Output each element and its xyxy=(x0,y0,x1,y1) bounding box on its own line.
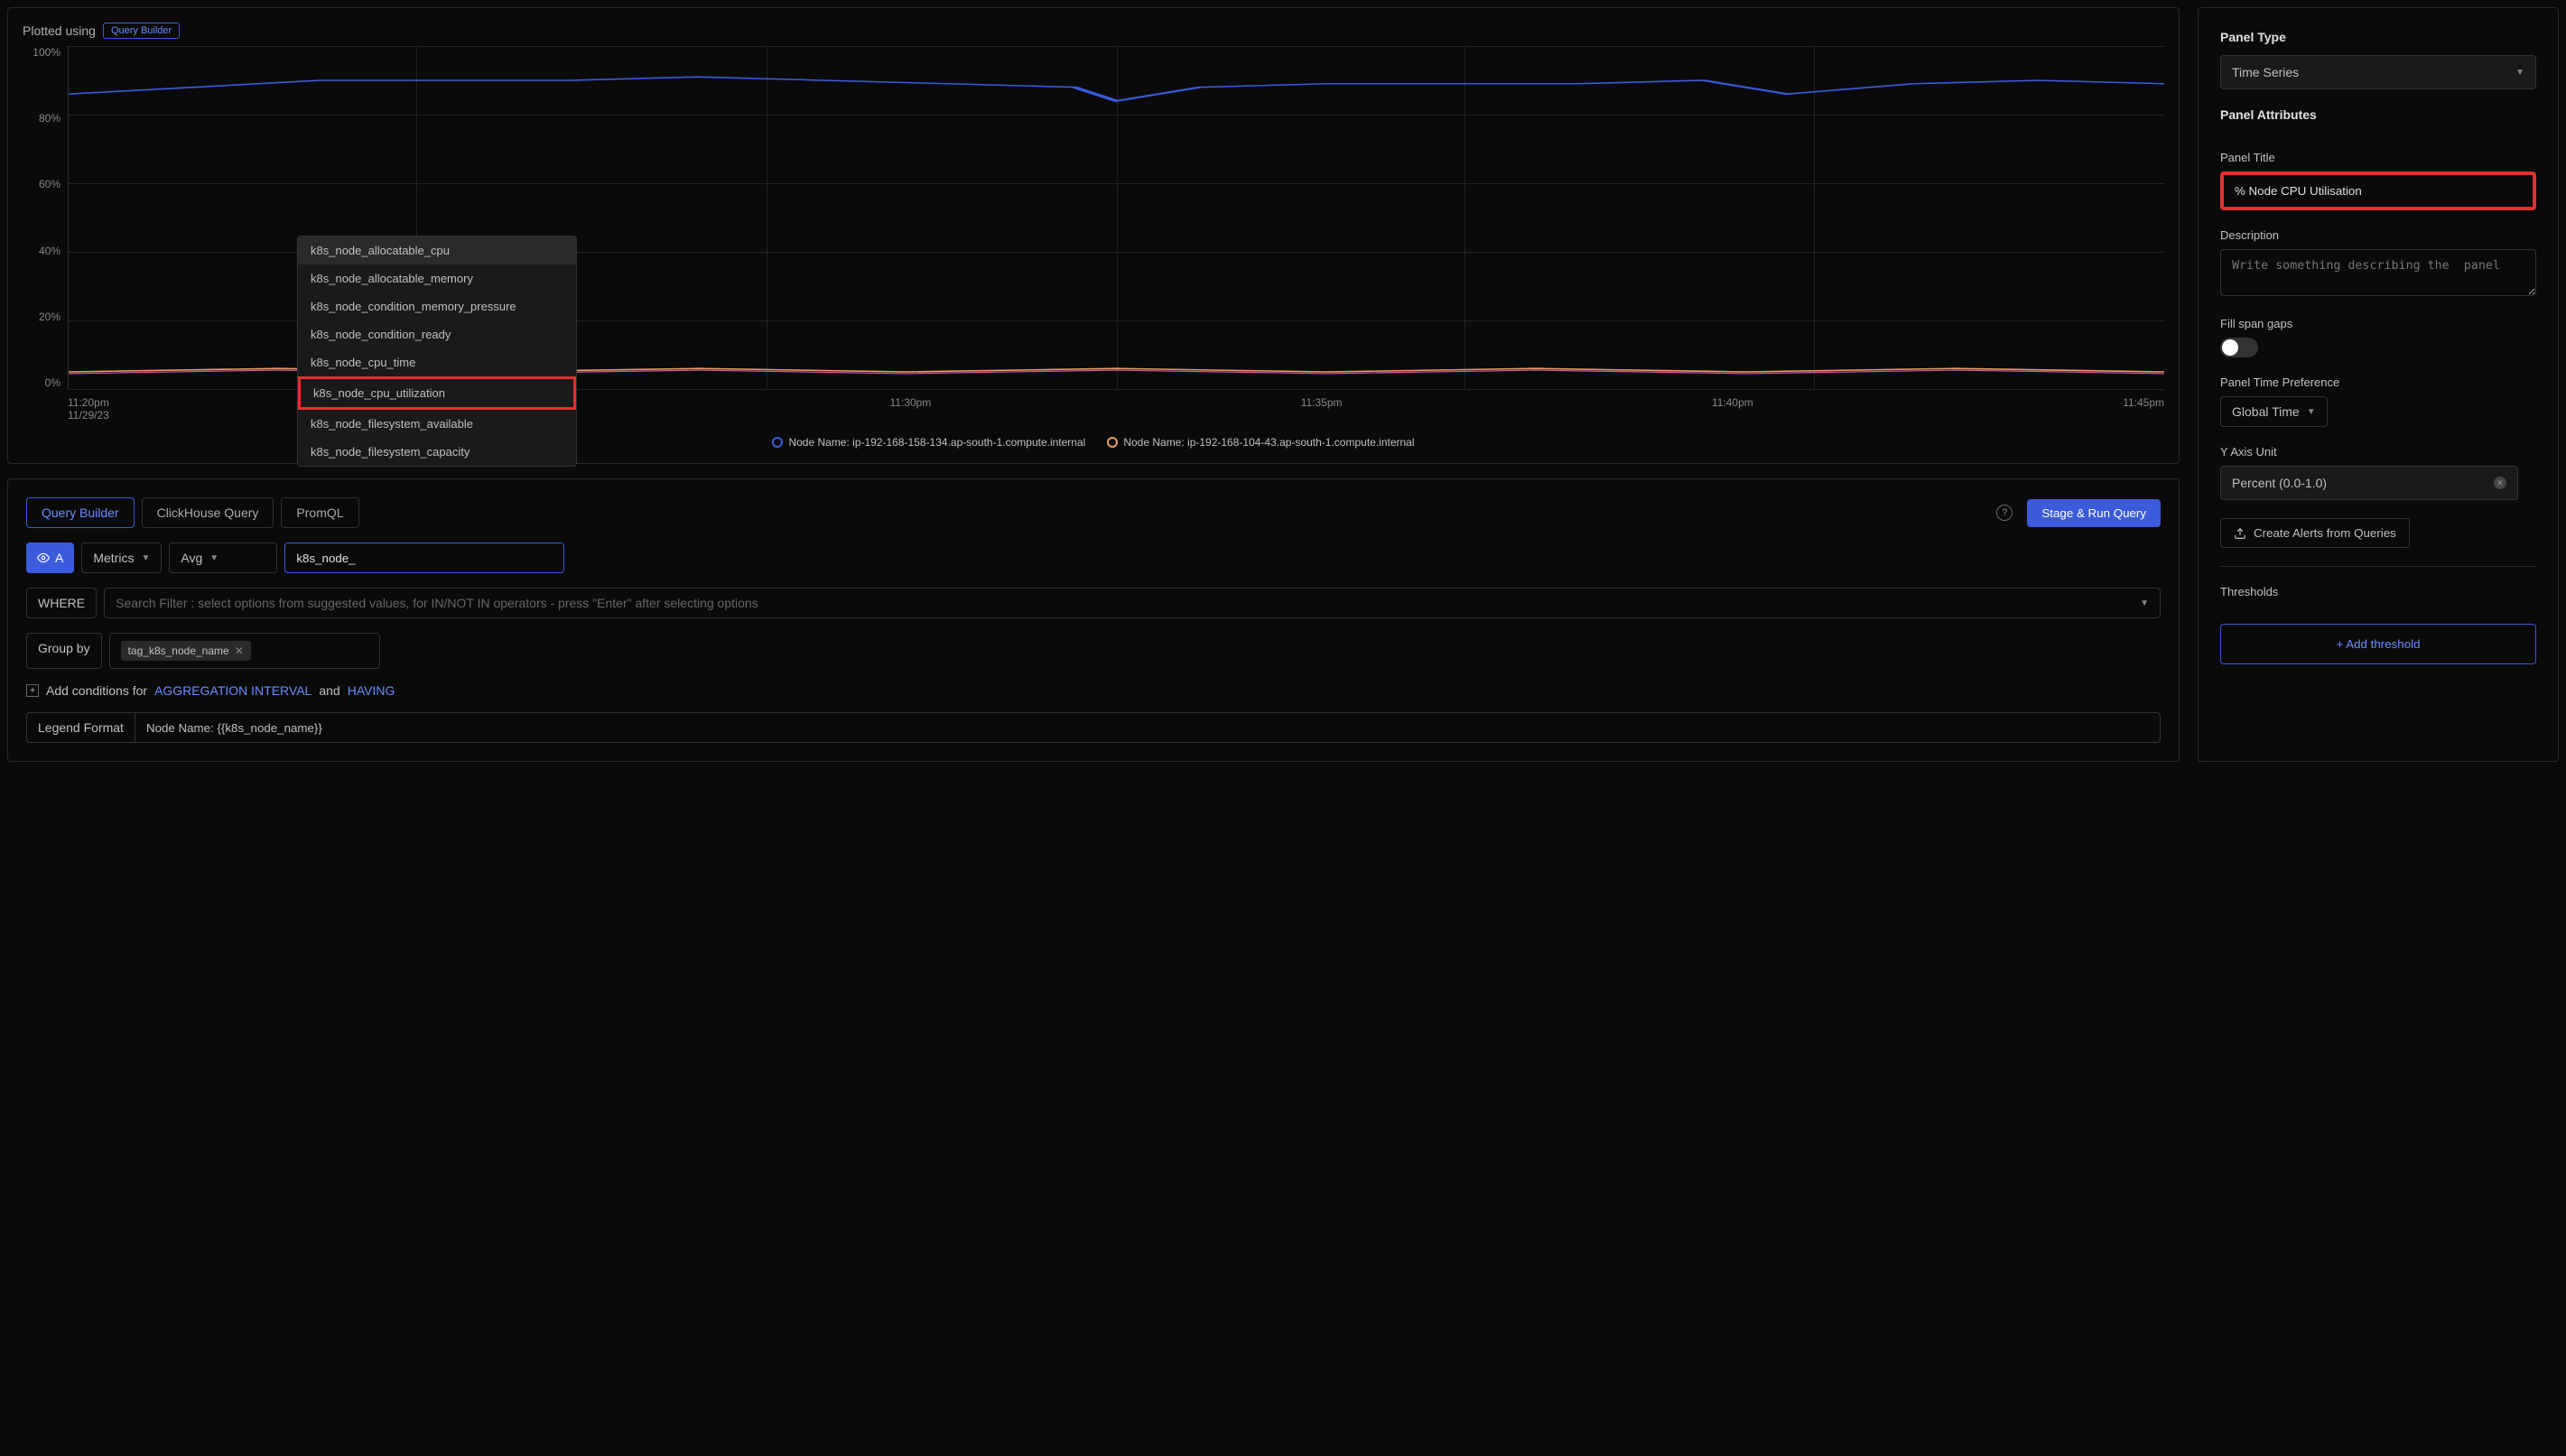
legend-item[interactable]: Node Name: ip-192-168-104-43.ap-south-1.… xyxy=(1107,436,1414,449)
metrics-select[interactable]: Metrics ▼ xyxy=(81,543,162,573)
dropdown-item[interactable]: k8s_node_cpu_time xyxy=(298,348,576,376)
chevron-down-icon: ▼ xyxy=(2307,407,2316,417)
dropdown-item[interactable]: k8s_node_condition_memory_pressure xyxy=(298,292,576,320)
having-link[interactable]: HAVING xyxy=(348,683,395,698)
chevron-down-icon: ▼ xyxy=(141,553,150,563)
clear-icon[interactable]: ✕ xyxy=(2494,477,2506,489)
series-line-1 xyxy=(69,77,2164,101)
yaxis-unit-label: Y Axis Unit xyxy=(2220,445,2536,459)
description-label: Description xyxy=(2220,228,2536,242)
circle-icon xyxy=(772,437,783,448)
legend-format-input[interactable] xyxy=(135,713,2160,742)
panel-type-select[interactable]: Time Series ▼ xyxy=(2220,55,2536,89)
time-preference-select[interactable]: Global Time ▼ xyxy=(2220,396,2328,427)
panel-attributes-heading: Panel Attributes xyxy=(2220,107,2536,122)
fill-gaps-toggle[interactable] xyxy=(2220,338,2258,357)
aggregation-interval-link[interactable]: AGGREGATION INTERVAL xyxy=(154,683,311,698)
add-conditions-row: + Add conditions for AGGREGATION INTERVA… xyxy=(26,683,2161,698)
yaxis-unit-select[interactable]: Percent (0.0-1.0) ✕ xyxy=(2220,466,2518,500)
close-icon[interactable]: ✕ xyxy=(235,645,244,657)
dropdown-item[interactable]: k8s_node_allocatable_memory xyxy=(298,264,576,292)
plotted-using-label: Plotted using xyxy=(23,23,96,38)
settings-sidebar: Panel Type Time Series ▼ Panel Attribute… xyxy=(2198,7,2559,762)
groupby-tag: tag_k8s_node_name ✕ xyxy=(121,641,251,661)
query-badge-a[interactable]: A xyxy=(26,543,74,573)
groupby-label: Group by xyxy=(26,633,102,669)
query-builder-badge: Query Builder xyxy=(103,23,180,39)
panel-title-input[interactable] xyxy=(2220,172,2536,210)
legend-format-row: Legend Format xyxy=(26,712,2161,743)
panel-type-heading: Panel Type xyxy=(2220,30,2536,44)
filter-input[interactable]: Search Filter : select options from sugg… xyxy=(104,588,2161,618)
legend-format-label: Legend Format xyxy=(27,713,135,742)
aggregation-select[interactable]: Avg ▼ xyxy=(169,543,277,573)
dropdown-item[interactable]: k8s_node_condition_ready xyxy=(298,320,576,348)
eye-icon xyxy=(37,552,50,564)
circle-icon xyxy=(1107,437,1118,448)
groupby-input[interactable]: tag_k8s_node_name ✕ xyxy=(109,633,380,669)
description-textarea[interactable] xyxy=(2220,249,2536,296)
dropdown-item-cpu-utilization[interactable]: k8s_node_cpu_utilization xyxy=(298,376,576,410)
query-builder-panel: Query Builder ClickHouse Query PromQL ? … xyxy=(7,478,2180,762)
thresholds-label: Thresholds xyxy=(2220,585,2536,598)
tab-promql[interactable]: PromQL xyxy=(281,497,358,528)
y-axis: 100% 80% 60% 40% 20% 0% xyxy=(23,46,68,389)
plus-icon[interactable]: + xyxy=(26,684,39,697)
time-preference-label: Panel Time Preference xyxy=(2220,376,2536,389)
chevron-down-icon: ▼ xyxy=(2515,68,2524,78)
tab-query-builder[interactable]: Query Builder xyxy=(26,497,135,528)
legend-item[interactable]: Node Name: ip-192-168-158-134.ap-south-1… xyxy=(772,436,1085,449)
help-icon[interactable]: ? xyxy=(1996,505,2013,521)
chevron-down-icon: ▼ xyxy=(2140,598,2149,608)
panel-title-label: Panel Title xyxy=(2220,151,2536,164)
fill-gaps-label: Fill span gaps xyxy=(2220,317,2536,330)
where-label: WHERE xyxy=(26,588,97,618)
metric-name-input[interactable] xyxy=(284,543,564,573)
toggle-knob xyxy=(2222,339,2238,356)
dropdown-item[interactable]: k8s_node_allocatable_cpu xyxy=(298,236,576,264)
tab-clickhouse[interactable]: ClickHouse Query xyxy=(142,497,274,528)
autocomplete-dropdown: k8s_node_allocatable_cpu k8s_node_alloca… xyxy=(297,236,577,467)
chevron-down-icon: ▼ xyxy=(209,553,218,563)
stage-run-query-button[interactable]: Stage & Run Query xyxy=(2027,499,2161,527)
upload-icon xyxy=(2234,527,2246,540)
dropdown-item[interactable]: k8s_node_filesystem_capacity xyxy=(298,438,576,466)
add-threshold-button[interactable]: + Add threshold xyxy=(2220,624,2536,664)
create-alerts-button[interactable]: Create Alerts from Queries xyxy=(2220,518,2410,548)
dropdown-item[interactable]: k8s_node_filesystem_available xyxy=(298,410,576,438)
